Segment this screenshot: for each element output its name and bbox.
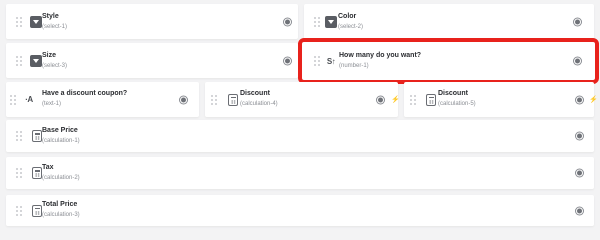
field-card-total-price[interactable]: Total Price (calculation-3) xyxy=(6,195,594,226)
drag-handle-icon[interactable] xyxy=(10,94,16,105)
gear-icon[interactable] xyxy=(181,97,186,102)
field-card-coupon[interactable]: ·A Have a discount coupon? (text-1) xyxy=(6,82,199,117)
lightning-icon: ⚡ xyxy=(589,96,598,103)
drag-handle-icon[interactable] xyxy=(410,94,416,105)
field-id: (select-1) xyxy=(42,24,68,30)
field-card-size[interactable]: Size (select-3) xyxy=(6,43,298,78)
field-title: Base Price xyxy=(42,127,78,134)
gear-icon[interactable] xyxy=(378,97,383,102)
gear-icon[interactable] xyxy=(577,170,582,176)
field-card-color[interactable]: Color (select-2) xyxy=(304,4,594,39)
field-id: (calculation-5) xyxy=(438,101,476,107)
field-title: Color xyxy=(338,13,357,20)
drag-handle-icon[interactable] xyxy=(211,94,217,105)
calculator-icon xyxy=(228,93,238,106)
gear-icon[interactable] xyxy=(577,133,582,139)
field-title: Size xyxy=(42,52,57,59)
field-id: (calculation-1) xyxy=(42,138,80,144)
field-card-discount-4[interactable]: Discount (calculation-4) ⚡ xyxy=(205,82,400,117)
calculator-icon xyxy=(426,93,436,106)
gear-icon[interactable] xyxy=(577,208,582,213)
field-id: (text-1) xyxy=(42,101,62,107)
form-builder-canvas: Style (select-1) Color (select-2) Size (… xyxy=(0,0,600,230)
field-card-tax[interactable]: Tax (calculation-2) xyxy=(6,157,594,189)
field-id: (select-3) xyxy=(42,63,68,69)
select-icon xyxy=(30,15,42,28)
gear-icon[interactable] xyxy=(575,58,580,64)
field-title: Discount xyxy=(438,90,468,97)
drag-handle-icon[interactable] xyxy=(16,16,22,27)
field-id: (calculation-2) xyxy=(42,175,80,181)
drag-handle-icon[interactable] xyxy=(16,168,22,178)
field-title: How many do you want? xyxy=(339,52,422,59)
gear-icon[interactable] xyxy=(285,19,290,24)
field-id: (select-2) xyxy=(338,24,364,30)
calculator-icon xyxy=(32,130,42,142)
select-icon xyxy=(30,54,42,67)
gear-icon[interactable] xyxy=(575,19,580,24)
gear-icon[interactable] xyxy=(577,97,582,102)
field-title: Total Price xyxy=(42,201,78,208)
calculator-icon xyxy=(32,167,42,179)
drag-handle-icon[interactable] xyxy=(16,55,22,66)
gear-icon[interactable] xyxy=(285,58,290,63)
field-title: Have a discount coupon? xyxy=(42,90,128,97)
field-id: (calculation-3) xyxy=(42,212,80,218)
field-title: Tax xyxy=(42,164,54,171)
field-card-style[interactable]: Style (select-1) xyxy=(6,4,298,39)
text-icon: ·A xyxy=(25,95,33,104)
drag-handle-icon[interactable] xyxy=(16,131,22,141)
calculator-icon xyxy=(32,204,42,217)
field-id: (number-1) xyxy=(339,63,369,69)
drag-handle-icon[interactable] xyxy=(16,205,22,216)
field-id: (calculation-4) xyxy=(240,101,278,107)
select-icon xyxy=(325,15,337,28)
field-card-discount-5[interactable]: Discount (calculation-5) ⚡ xyxy=(404,82,598,117)
lightning-icon: ⚡ xyxy=(391,96,400,103)
field-card-quantity[interactable]: S↑ How many do you want? (number-1) xyxy=(298,38,599,84)
number-icon: S↑ xyxy=(326,56,336,66)
field-card-base-price[interactable]: Base Price (calculation-1) xyxy=(6,120,594,152)
field-title: Style xyxy=(42,13,59,20)
field-title: Discount xyxy=(240,90,270,97)
drag-handle-icon[interactable] xyxy=(314,16,320,27)
drag-handle-icon[interactable] xyxy=(314,56,320,66)
